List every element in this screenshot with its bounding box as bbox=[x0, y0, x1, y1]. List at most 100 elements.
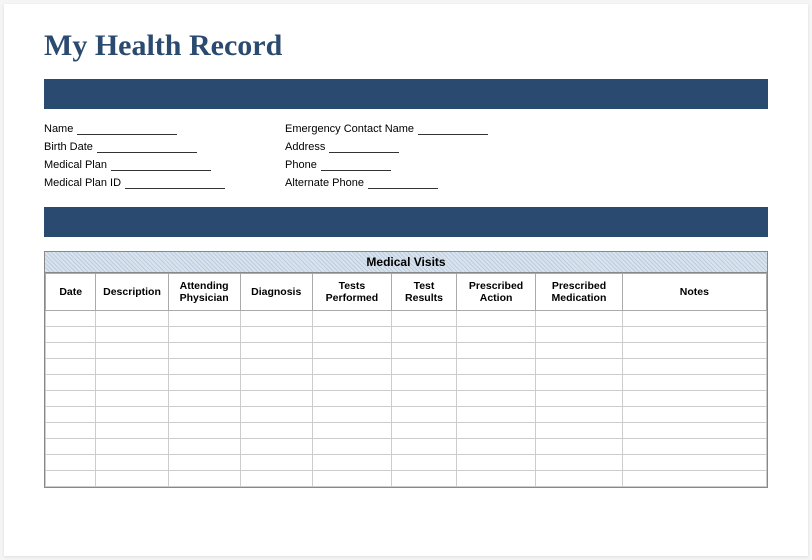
table-cell[interactable] bbox=[168, 471, 240, 487]
table-cell[interactable] bbox=[456, 471, 535, 487]
table-cell[interactable] bbox=[168, 359, 240, 375]
table-cell[interactable] bbox=[240, 311, 312, 327]
table-cell[interactable] bbox=[456, 391, 535, 407]
table-cell[interactable] bbox=[46, 439, 96, 455]
table-cell[interactable] bbox=[392, 455, 457, 471]
input-medical-plan[interactable] bbox=[111, 159, 211, 171]
table-cell[interactable] bbox=[536, 343, 623, 359]
table-cell[interactable] bbox=[96, 327, 168, 343]
table-cell[interactable] bbox=[240, 375, 312, 391]
table-cell[interactable] bbox=[96, 391, 168, 407]
table-cell[interactable] bbox=[456, 327, 535, 343]
table-cell[interactable] bbox=[168, 327, 240, 343]
table-cell[interactable] bbox=[536, 455, 623, 471]
table-cell[interactable] bbox=[46, 471, 96, 487]
table-cell[interactable] bbox=[536, 311, 623, 327]
table-cell[interactable] bbox=[536, 471, 623, 487]
table-cell[interactable] bbox=[312, 455, 391, 471]
table-cell[interactable] bbox=[240, 471, 312, 487]
table-cell[interactable] bbox=[622, 407, 766, 423]
table-cell[interactable] bbox=[392, 343, 457, 359]
table-cell[interactable] bbox=[312, 359, 391, 375]
input-medical-plan-id[interactable] bbox=[125, 177, 225, 189]
table-cell[interactable] bbox=[96, 343, 168, 359]
table-cell[interactable] bbox=[622, 327, 766, 343]
table-cell[interactable] bbox=[622, 423, 766, 439]
table-cell[interactable] bbox=[312, 471, 391, 487]
table-cell[interactable] bbox=[46, 311, 96, 327]
input-birth-date[interactable] bbox=[97, 141, 197, 153]
table-cell[interactable] bbox=[392, 407, 457, 423]
input-name[interactable] bbox=[77, 123, 177, 135]
table-cell[interactable] bbox=[96, 311, 168, 327]
table-cell[interactable] bbox=[622, 311, 766, 327]
input-address[interactable] bbox=[329, 141, 399, 153]
table-cell[interactable] bbox=[96, 423, 168, 439]
table-cell[interactable] bbox=[312, 327, 391, 343]
table-cell[interactable] bbox=[456, 343, 535, 359]
table-cell[interactable] bbox=[456, 359, 535, 375]
table-cell[interactable] bbox=[456, 311, 535, 327]
table-cell[interactable] bbox=[456, 455, 535, 471]
table-cell[interactable] bbox=[168, 407, 240, 423]
table-cell[interactable] bbox=[168, 391, 240, 407]
table-cell[interactable] bbox=[312, 343, 391, 359]
table-cell[interactable] bbox=[456, 375, 535, 391]
input-phone[interactable] bbox=[321, 159, 391, 171]
table-cell[interactable] bbox=[240, 327, 312, 343]
table-cell[interactable] bbox=[168, 455, 240, 471]
table-cell[interactable] bbox=[168, 311, 240, 327]
table-cell[interactable] bbox=[536, 375, 623, 391]
table-cell[interactable] bbox=[622, 391, 766, 407]
table-cell[interactable] bbox=[622, 455, 766, 471]
table-cell[interactable] bbox=[312, 391, 391, 407]
table-cell[interactable] bbox=[46, 407, 96, 423]
table-cell[interactable] bbox=[46, 423, 96, 439]
table-cell[interactable] bbox=[240, 455, 312, 471]
table-cell[interactable] bbox=[622, 359, 766, 375]
table-cell[interactable] bbox=[456, 407, 535, 423]
table-cell[interactable] bbox=[96, 407, 168, 423]
table-cell[interactable] bbox=[392, 375, 457, 391]
table-cell[interactable] bbox=[168, 343, 240, 359]
table-cell[interactable] bbox=[312, 311, 391, 327]
table-cell[interactable] bbox=[240, 391, 312, 407]
table-cell[interactable] bbox=[536, 439, 623, 455]
table-cell[interactable] bbox=[536, 359, 623, 375]
table-cell[interactable] bbox=[312, 439, 391, 455]
table-cell[interactable] bbox=[622, 439, 766, 455]
table-cell[interactable] bbox=[392, 423, 457, 439]
table-cell[interactable] bbox=[392, 359, 457, 375]
table-cell[interactable] bbox=[536, 327, 623, 343]
table-cell[interactable] bbox=[46, 391, 96, 407]
table-cell[interactable] bbox=[240, 423, 312, 439]
table-cell[interactable] bbox=[240, 359, 312, 375]
input-alternate-phone[interactable] bbox=[368, 177, 438, 189]
table-cell[interactable] bbox=[96, 455, 168, 471]
table-cell[interactable] bbox=[312, 407, 391, 423]
table-cell[interactable] bbox=[312, 375, 391, 391]
table-cell[interactable] bbox=[622, 343, 766, 359]
table-cell[interactable] bbox=[96, 359, 168, 375]
table-cell[interactable] bbox=[96, 471, 168, 487]
table-cell[interactable] bbox=[46, 455, 96, 471]
table-cell[interactable] bbox=[622, 471, 766, 487]
table-cell[interactable] bbox=[392, 471, 457, 487]
table-cell[interactable] bbox=[392, 391, 457, 407]
table-cell[interactable] bbox=[96, 439, 168, 455]
table-cell[interactable] bbox=[536, 407, 623, 423]
table-cell[interactable] bbox=[456, 439, 535, 455]
table-cell[interactable] bbox=[46, 359, 96, 375]
table-cell[interactable] bbox=[46, 327, 96, 343]
table-cell[interactable] bbox=[392, 439, 457, 455]
table-cell[interactable] bbox=[392, 311, 457, 327]
table-cell[interactable] bbox=[312, 423, 391, 439]
table-cell[interactable] bbox=[240, 439, 312, 455]
table-cell[interactable] bbox=[536, 391, 623, 407]
table-cell[interactable] bbox=[622, 375, 766, 391]
input-emergency-contact[interactable] bbox=[418, 123, 488, 135]
table-cell[interactable] bbox=[240, 343, 312, 359]
table-cell[interactable] bbox=[392, 327, 457, 343]
table-cell[interactable] bbox=[456, 423, 535, 439]
table-cell[interactable] bbox=[168, 439, 240, 455]
